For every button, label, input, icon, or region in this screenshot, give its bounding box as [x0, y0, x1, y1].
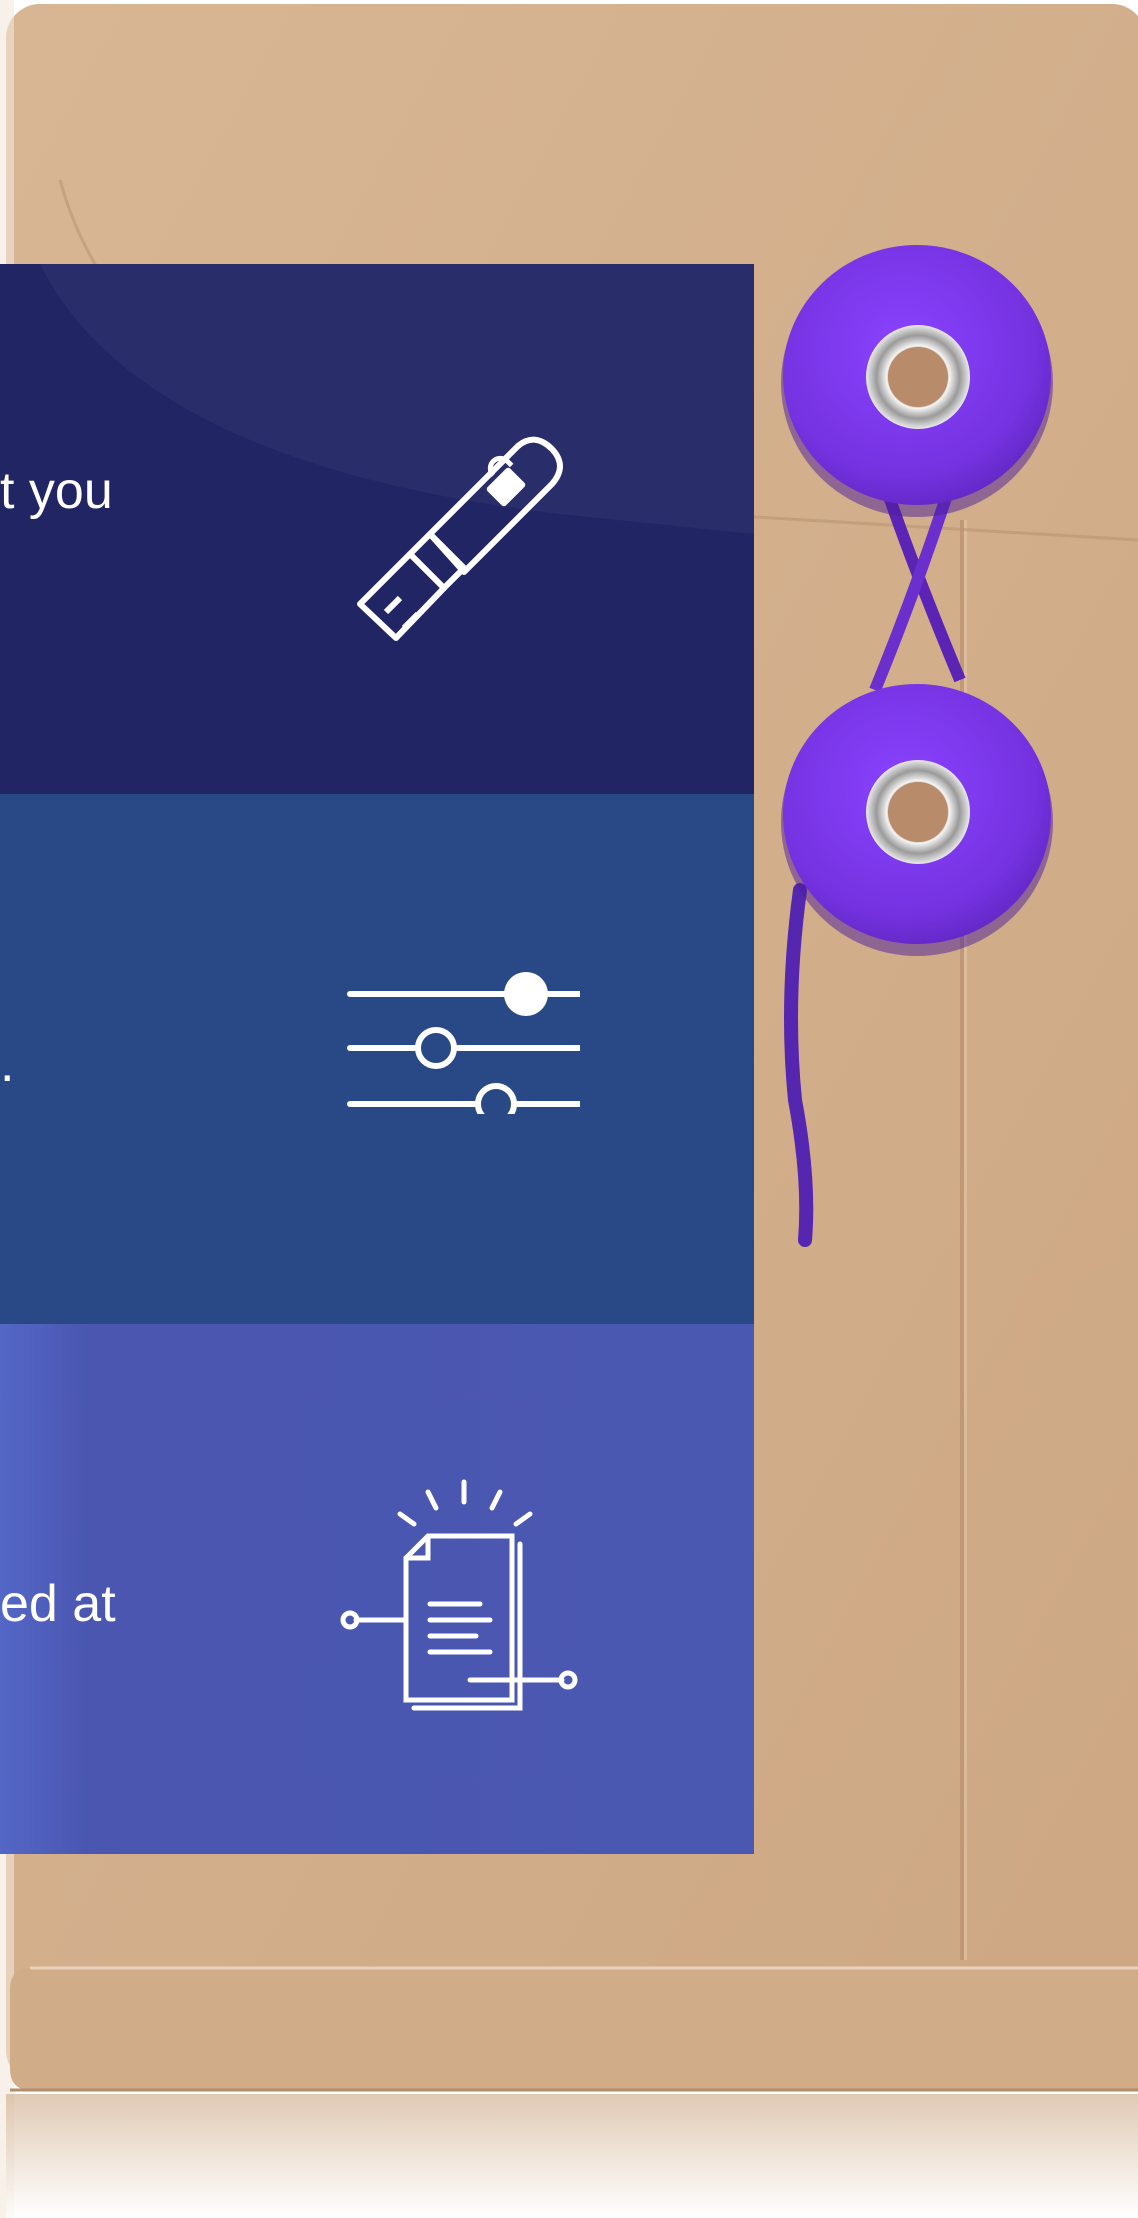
scene: t you . ed at	[0, 0, 1138, 2218]
feature-panel-secure: t you	[0, 264, 754, 794]
feature-panel-document: ed at	[0, 1324, 754, 1854]
feature-panels: t you . ed at	[0, 264, 754, 1854]
sliders-icon	[347, 972, 580, 1114]
envelope-reflection	[6, 2094, 1138, 2218]
feature-panel-text: ed at	[0, 1575, 116, 1633]
feature-panel-text: .	[0, 1035, 15, 1093]
feature-panel-text: t you	[0, 462, 113, 520]
document-flow-icon	[340, 1479, 578, 1711]
usb-lock-icon	[357, 436, 563, 641]
feature-panel-control: .	[0, 794, 754, 1324]
